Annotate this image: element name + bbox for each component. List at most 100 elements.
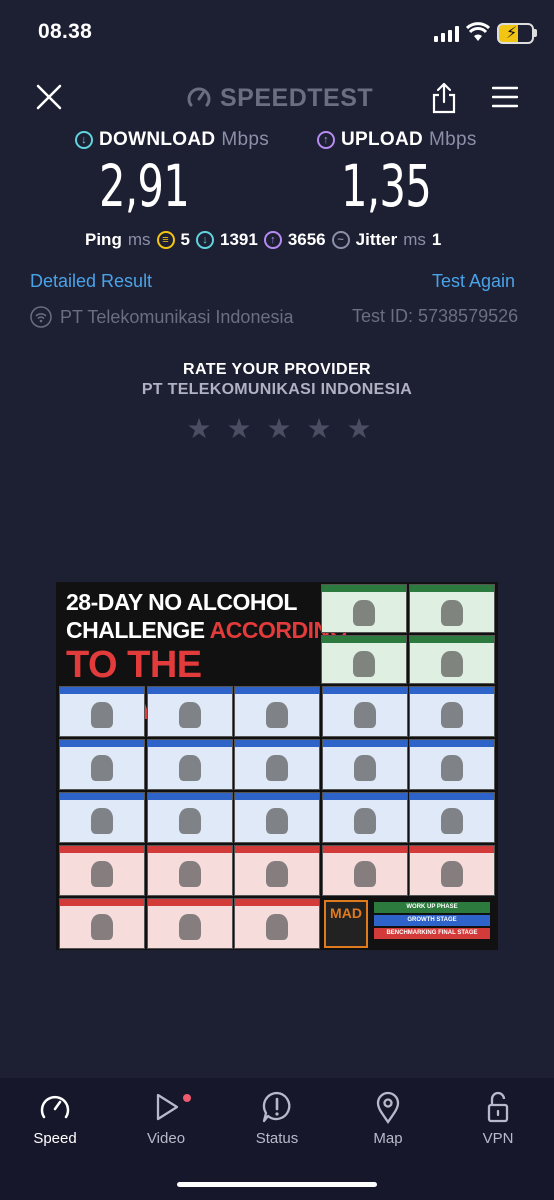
download-arrow-icon: ↓ (75, 131, 93, 149)
ad-day-cell (409, 635, 495, 684)
ad-day-caption (410, 793, 494, 800)
ad-day-cell (321, 792, 408, 843)
test-again-link[interactable]: Test Again (432, 271, 515, 292)
download-label: DOWNLOAD (99, 129, 216, 150)
ad-day-cell (321, 739, 408, 790)
share-icon[interactable] (430, 82, 458, 114)
star-icon[interactable]: ★ (226, 415, 252, 443)
ad-line-1: 28-DAY NO ALCOHOL (66, 589, 297, 615)
tab-status[interactable]: Status (227, 1090, 327, 1147)
menu-icon[interactable] (492, 86, 518, 108)
ad-day-cell (321, 845, 408, 896)
star-icon[interactable]: ★ (266, 415, 292, 443)
ad-day-caption (322, 687, 407, 694)
ad-exercise-figure (441, 651, 463, 677)
ad-day-caption (322, 793, 407, 800)
ad-exercise-figure (91, 755, 113, 781)
close-icon[interactable] (36, 84, 62, 110)
ad-day-cell (59, 792, 145, 843)
lock-icon (487, 1091, 509, 1123)
ad-exercise-figure (441, 702, 463, 728)
ad-day-caption (147, 846, 232, 853)
ad-exercise-figure (266, 914, 288, 940)
map-pin-icon (376, 1091, 400, 1124)
wifi-icon (466, 22, 490, 41)
test-id: Test ID: 5738579526 (352, 306, 519, 326)
ad-day-cell (409, 584, 495, 633)
ad-exercise-figure (91, 808, 113, 834)
ad-day-caption (60, 846, 144, 853)
jitter-unit: ms (403, 230, 426, 249)
ad-day-cell (146, 845, 233, 896)
ad-day-cell (234, 898, 320, 949)
ad-exercise-figure (178, 808, 201, 834)
ad-day-caption (60, 687, 144, 694)
ad-exercise-figure (441, 808, 463, 834)
ad-day-caption (147, 740, 232, 747)
ad-exercise-figure (266, 755, 288, 781)
ad-day-caption (410, 740, 494, 747)
ad-exercise-figure (91, 914, 113, 940)
gauge-logo-icon (187, 87, 211, 107)
tab-map[interactable]: Map (338, 1090, 438, 1147)
ad-day-caption (235, 793, 319, 800)
ad-banner[interactable]: 28-DAY NO ALCOHOL CHALLENGE ACCORDING TO… (56, 582, 498, 950)
ad-day-caption (235, 899, 319, 906)
speedometer-icon (40, 1095, 70, 1119)
ad-day-cell (409, 739, 495, 790)
ad-day-caption (322, 585, 406, 592)
ad-exercise-figure (441, 861, 463, 887)
ad-day-cell (409, 686, 495, 737)
ad-exercise-figure (353, 808, 376, 834)
tab-video-label: Video (146, 1130, 186, 1147)
ad-line-2: CHALLENGE ACCORDING (66, 616, 348, 644)
ad-day-cell (321, 686, 408, 737)
ad-day-cell (146, 792, 233, 843)
ad-exercise-figure (353, 702, 376, 728)
jitter-value: 1 (431, 230, 442, 249)
ad-day-cell (146, 686, 233, 737)
ad-exercise-figure (178, 861, 201, 887)
ad-exercise-figure (266, 808, 288, 834)
tab-status-label: Status (255, 1130, 299, 1147)
charging-bolt-icon: ⚡ (506, 25, 518, 42)
ad-exercise-figure (178, 755, 201, 781)
ad-day-cell (146, 898, 233, 949)
battery-tip (534, 29, 537, 37)
ad-exercise-figure (266, 861, 288, 887)
tab-vpn[interactable]: VPN (448, 1090, 548, 1147)
star-icon[interactable]: ★ (306, 415, 332, 443)
ad-headline: 28-DAY NO ALCOHOL CHALLENGE ACCORDING TO… (56, 582, 348, 728)
ad-day-cell (234, 739, 320, 790)
ad-day-caption (235, 740, 319, 747)
video-notification-dot (183, 1094, 191, 1102)
ad-day-cell (234, 792, 320, 843)
ping-unit: ms (127, 230, 151, 249)
rate-provider-title: RATE YOUR PROVIDER (183, 361, 371, 378)
ping-idle-value: 5 (180, 230, 190, 249)
upload-label: UPLOAD (341, 129, 424, 150)
home-indicator (177, 1182, 377, 1187)
star-icon[interactable]: ★ (346, 415, 372, 443)
ad-day-cell (234, 686, 320, 737)
upload-ping-icon: ↑ (263, 231, 282, 249)
ad-day-caption (60, 899, 144, 906)
ping-download-value: 1391 (219, 230, 258, 249)
ad-exercise-figure (178, 914, 201, 940)
ad-exercise-figure (353, 600, 375, 626)
download-header: ↓ DOWNLOAD Mbps (75, 128, 269, 152)
tab-video[interactable]: Video (116, 1090, 216, 1147)
legend-final: BENCHMARKING FINAL STAGE (374, 928, 490, 939)
ad-brand-logo: MAD (324, 900, 368, 948)
tab-speed[interactable]: Speed (5, 1090, 105, 1147)
star-icon[interactable]: ★ (186, 415, 212, 443)
tab-speed-label: Speed (33, 1130, 77, 1147)
rating-stars[interactable]: ★ ★ ★ ★ ★ (186, 415, 372, 443)
ping-upload-value: 3656 (287, 230, 326, 249)
tab-map-label: Map (373, 1130, 403, 1147)
ad-day-cell (409, 845, 495, 896)
detailed-result-link[interactable]: Detailed Result (30, 271, 152, 292)
ad-day-caption (410, 687, 494, 694)
ad-day-cell (59, 845, 145, 896)
play-icon (156, 1093, 179, 1121)
